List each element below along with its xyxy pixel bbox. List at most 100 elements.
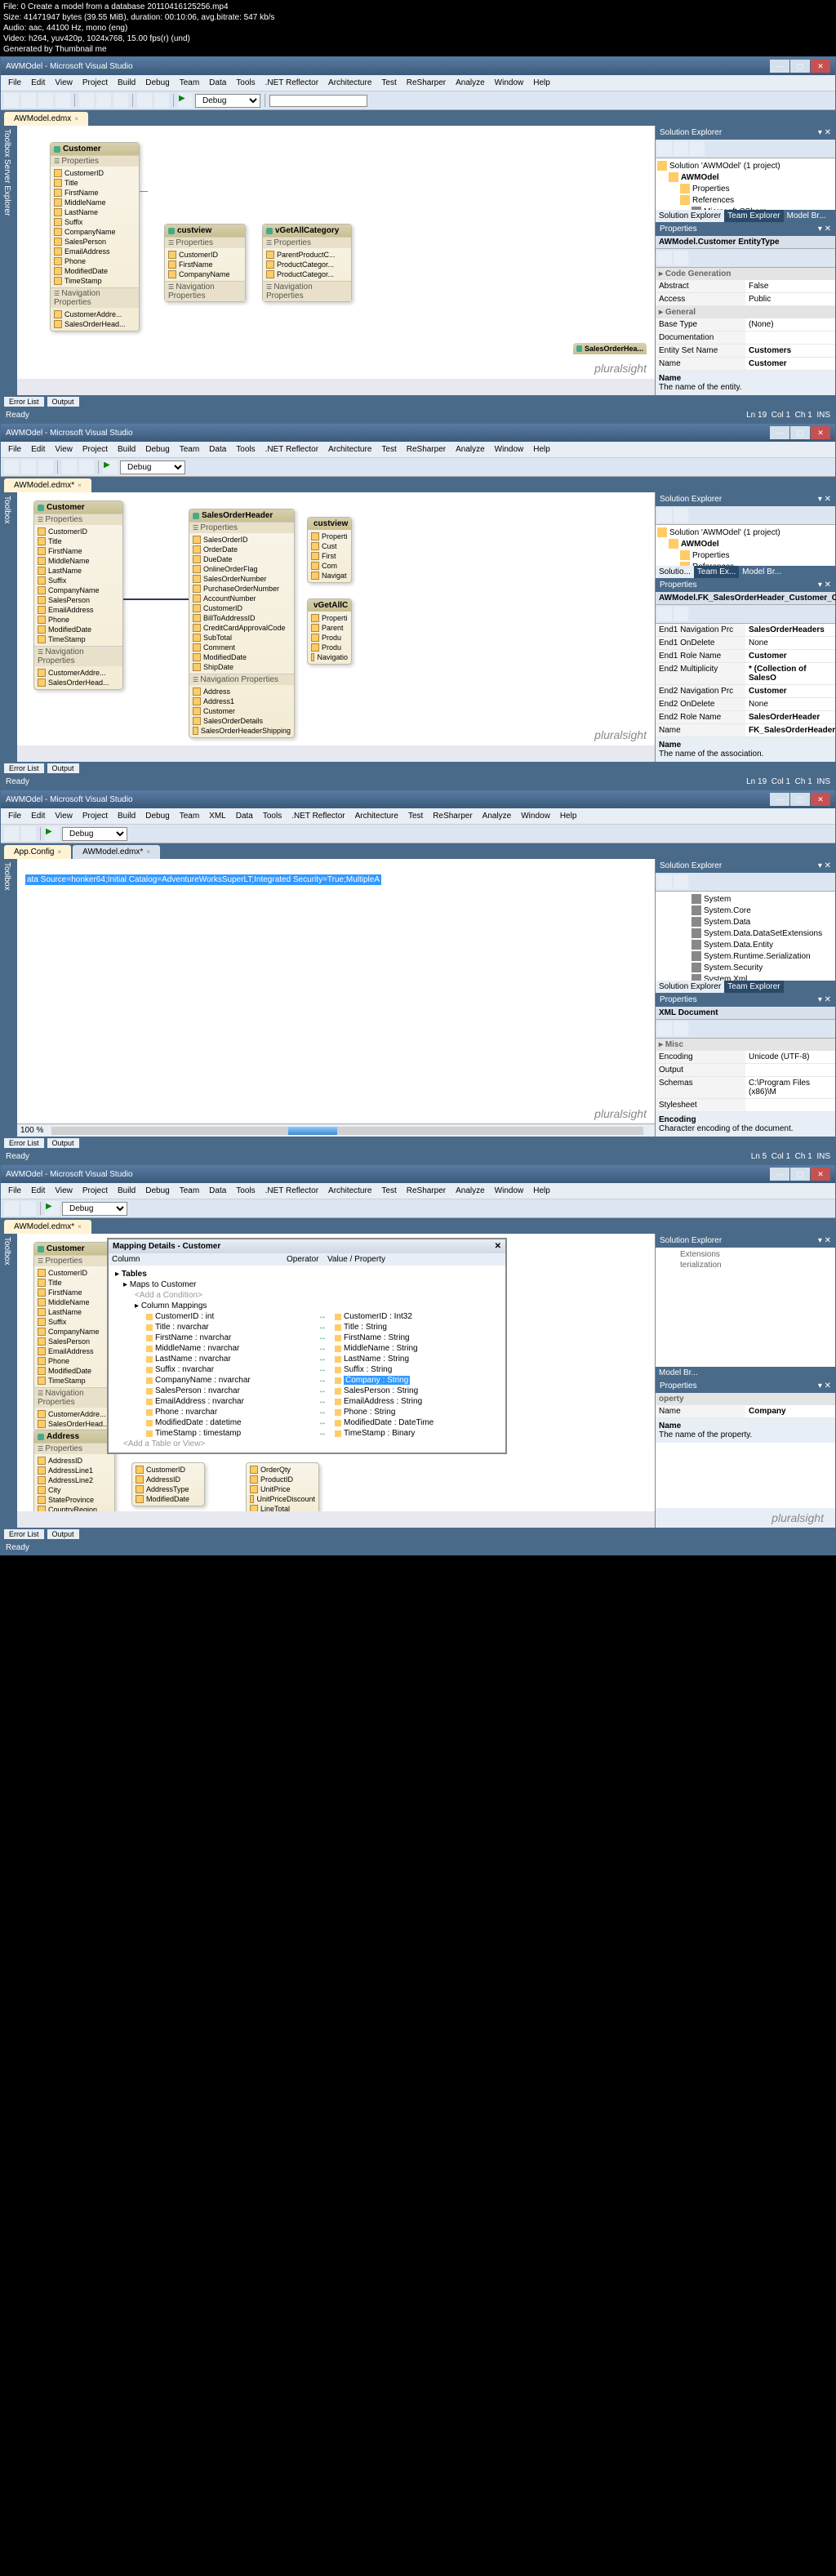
menu-resharper[interactable]: ReSharper	[402, 1185, 450, 1197]
menu-data[interactable]: Data	[205, 77, 230, 89]
entity-custview-trunc[interactable]: custview PropertiCustFirstComNavigat	[307, 517, 352, 583]
menu-help[interactable]: Help	[529, 1185, 554, 1197]
menu-window[interactable]: Window	[491, 1185, 528, 1197]
menu-project[interactable]: Project	[78, 77, 112, 89]
max-btn[interactable]: ▢	[790, 60, 810, 73]
zoom-label: 100 %	[20, 1126, 43, 1135]
menu-team[interactable]: Team	[176, 1185, 203, 1197]
menu-window[interactable]: Window	[517, 810, 554, 822]
menu-test[interactable]: Test	[377, 443, 400, 456]
menu-build[interactable]: Build	[113, 810, 140, 822]
menu-resharper[interactable]: ReSharper	[429, 810, 476, 822]
menu-netreflector[interactable]: .NET Reflector	[261, 1185, 322, 1197]
menu-view[interactable]: View	[51, 77, 77, 89]
menu-architecture[interactable]: Architecture	[324, 1185, 376, 1197]
menu-architecture[interactable]: Architecture	[324, 443, 376, 456]
menu-debug[interactable]: Debug	[141, 810, 173, 822]
menu-view[interactable]: View	[51, 810, 77, 822]
watermark: pluralsight	[594, 362, 647, 375]
menubar: FileEditViewProjectBuildDebugTeamDataToo…	[1, 75, 835, 91]
entity-custview[interactable]: custview ☰ Properties CustomerIDFirstNam…	[164, 224, 246, 302]
menu-data[interactable]: Data	[205, 1185, 230, 1197]
menu-debug[interactable]: Debug	[141, 77, 173, 89]
vs-window-3: AWMOdel - Microsoft Visual Studio—▢✕ Fil…	[0, 790, 836, 1164]
menu-build[interactable]: Build	[113, 443, 140, 456]
menu-data[interactable]: Data	[205, 443, 230, 456]
menu-file[interactable]: File	[4, 1185, 25, 1197]
entity-customer[interactable]: Customer ☰ Properties CustomerIDTitleFir…	[50, 142, 140, 331]
menu-resharper[interactable]: ReSharper	[402, 77, 450, 89]
menu-analyze[interactable]: Analyze	[451, 77, 489, 89]
meta-video: Video: h264, yuv420p, 1024x768, 15.00 fp…	[3, 33, 833, 44]
design-surface-2[interactable]: Customer ☰ Properties CustomerIDTitleFir…	[17, 492, 655, 745]
entity-salesheader[interactable]: SalesOrderHeader ☰ Properties SalesOrder…	[189, 509, 295, 738]
menu-project[interactable]: Project	[78, 443, 112, 456]
entity-vget-trunc[interactable]: vGetAllC PropertiParentProduProduNavigat…	[307, 598, 352, 665]
solution-tree[interactable]: Solution 'AWMOdel' (1 project) AWMOdel P…	[656, 158, 835, 210]
menu-edit[interactable]: Edit	[27, 810, 49, 822]
tab-close-icon[interactable]: ×	[74, 115, 78, 122]
design-surface[interactable]: Customer ☰ Properties CustomerIDTitleFir…	[17, 126, 655, 379]
menu-project[interactable]: Project	[78, 1185, 112, 1197]
menu-view[interactable]: View	[51, 443, 77, 456]
menu-team[interactable]: Team	[176, 810, 203, 822]
menu-tools[interactable]: Tools	[232, 1185, 259, 1197]
entity-vgetcat[interactable]: vGetAllCategory ☰ Properties ParentProdu…	[262, 224, 352, 302]
menu-team[interactable]: Team	[176, 443, 203, 456]
menu-file[interactable]: File	[4, 443, 25, 456]
titlebar: AWMOdel - Microsoft Visual Studio —▢✕	[1, 57, 835, 75]
meta-file: File: 0 Create a model from a database 2…	[3, 2, 833, 12]
mapping-details[interactable]: Mapping Details - Customer✕ ColumnOperat…	[107, 1238, 507, 1454]
menu-debug[interactable]: Debug	[141, 1185, 173, 1197]
find-combo[interactable]	[269, 95, 367, 107]
meta-gen: Generated by Thumbnail me	[3, 44, 833, 55]
entity-customer-2[interactable]: Customer ☰ Properties CustomerIDTitleFir…	[33, 501, 123, 690]
menu-help[interactable]: Help	[529, 443, 554, 456]
menu-tools[interactable]: Tools	[259, 810, 286, 822]
menu-project[interactable]: Project	[78, 810, 112, 822]
doc-tab[interactable]: AWModel.edmx×	[4, 112, 88, 126]
menu-analyze[interactable]: Analyze	[478, 810, 516, 822]
menu-file[interactable]: File	[4, 77, 25, 89]
menu-debug[interactable]: Debug	[141, 443, 173, 456]
menu-help[interactable]: Help	[556, 810, 581, 822]
toolbox-tab[interactable]: Toolbox Server Explorer	[1, 126, 17, 395]
menu-edit[interactable]: Edit	[27, 1185, 49, 1197]
min-btn[interactable]: —	[770, 60, 789, 73]
menu-team[interactable]: Team	[176, 77, 203, 89]
menu-netreflector[interactable]: .NET Reflector	[261, 77, 322, 89]
menu-netreflector[interactable]: .NET Reflector	[261, 443, 322, 456]
output-tab[interactable]: Output	[47, 397, 79, 407]
menu-resharper[interactable]: ReSharper	[402, 443, 450, 456]
new-btn[interactable]	[4, 93, 19, 108]
menu-window[interactable]: Window	[491, 77, 528, 89]
menu-file[interactable]: File	[4, 810, 25, 822]
close-btn[interactable]: ✕	[811, 60, 830, 73]
mapping-close-icon[interactable]: ✕	[495, 1242, 501, 1251]
entity-salesheader-trunc[interactable]: SalesOrderHea...	[573, 343, 647, 354]
menu-analyze[interactable]: Analyze	[451, 1185, 489, 1197]
entity-address[interactable]: Address ☰ Properties AddressIDAddressLin…	[33, 1430, 115, 1511]
menu-edit[interactable]: Edit	[27, 443, 49, 456]
menu-tools[interactable]: Tools	[232, 77, 259, 89]
menu-view[interactable]: View	[51, 1185, 77, 1197]
conn-string[interactable]: ata Source=honker64;Initial Catalog=Adve…	[25, 874, 381, 885]
menu-architecture[interactable]: Architecture	[324, 77, 376, 89]
menu-build[interactable]: Build	[113, 77, 140, 89]
menu-xml[interactable]: XML	[205, 810, 230, 822]
error-list-tab[interactable]: Error List	[4, 397, 44, 407]
menu-help[interactable]: Help	[529, 77, 554, 89]
menu-test[interactable]: Test	[404, 810, 427, 822]
entity-customer-4[interactable]: Customer ☰ Properties CustomerIDTitleFir…	[33, 1242, 115, 1431]
menu-edit[interactable]: Edit	[27, 77, 49, 89]
config-combo[interactable]: Debug	[195, 94, 260, 108]
menu-data[interactable]: Data	[232, 810, 257, 822]
menu-build[interactable]: Build	[113, 1185, 140, 1197]
menu-test[interactable]: Test	[377, 77, 400, 89]
menu-netreflector[interactable]: .NET Reflector	[287, 810, 349, 822]
menu-test[interactable]: Test	[377, 1185, 400, 1197]
menu-analyze[interactable]: Analyze	[451, 443, 489, 456]
menu-architecture[interactable]: Architecture	[351, 810, 402, 822]
menu-window[interactable]: Window	[491, 443, 528, 456]
menu-tools[interactable]: Tools	[232, 443, 259, 456]
